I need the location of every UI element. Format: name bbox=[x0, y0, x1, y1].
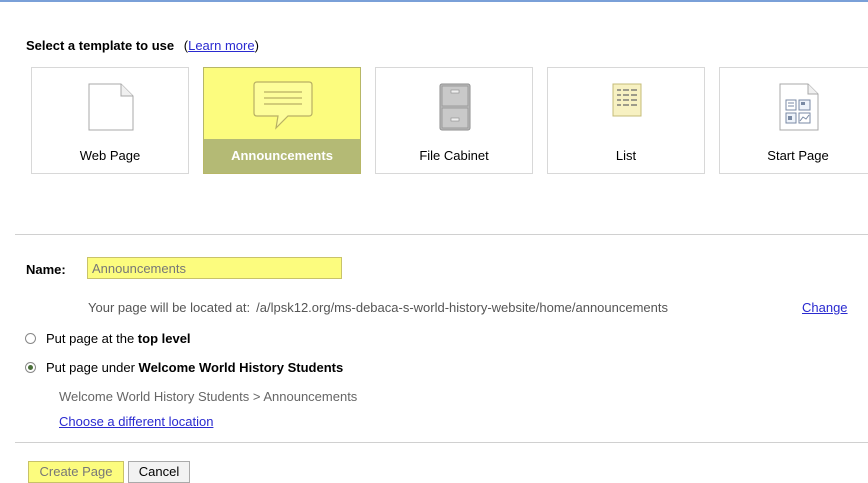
template-label: Web Page bbox=[79, 148, 141, 163]
under-page-text: Put page under Welcome World History Stu… bbox=[46, 360, 343, 375]
list-icon bbox=[548, 78, 704, 134]
learn-more-wrapper: (Learn more) bbox=[184, 38, 259, 53]
template-tile-file-cabinet[interactable]: File Cabinet bbox=[375, 67, 533, 174]
top-level-bold: top level bbox=[137, 331, 191, 346]
location-prefix: Your page will be located at: bbox=[88, 300, 251, 315]
template-label: Announcements bbox=[204, 139, 360, 173]
template-tile-web-page[interactable]: Web Page bbox=[31, 67, 189, 174]
choose-location-link[interactable]: Choose a different location bbox=[59, 414, 213, 429]
under-page-prefix: Put page under bbox=[46, 360, 139, 375]
announcements-icon bbox=[204, 78, 360, 134]
template-heading: Select a template to use (Learn more) bbox=[26, 38, 259, 53]
location-text: Your page will be located at: /a/lpsk12.o… bbox=[88, 300, 668, 315]
paren-close: ) bbox=[254, 38, 259, 53]
template-heading-title: Select a template to use bbox=[26, 38, 175, 53]
location-breadcrumb: Welcome World History Students > Announc… bbox=[59, 389, 358, 404]
template-tile-list[interactable]: List bbox=[547, 67, 705, 174]
template-label: List bbox=[615, 148, 637, 163]
page-name-input[interactable] bbox=[87, 257, 342, 279]
under-page-option[interactable]: Put page under Welcome World History Stu… bbox=[25, 360, 343, 375]
learn-more-link[interactable]: Learn more bbox=[188, 38, 254, 53]
window-top-border bbox=[0, 0, 868, 2]
cancel-button[interactable]: Cancel bbox=[128, 461, 190, 483]
top-level-option[interactable]: Put page at the top level bbox=[25, 331, 191, 346]
top-level-text: Put page at the top level bbox=[46, 331, 191, 346]
web-page-icon bbox=[32, 78, 188, 134]
divider bbox=[15, 234, 868, 235]
change-url-link[interactable]: Change bbox=[802, 300, 848, 315]
top-level-radio[interactable] bbox=[25, 333, 36, 344]
name-label: Name: bbox=[26, 262, 66, 277]
template-label: File Cabinet bbox=[419, 148, 489, 163]
template-label: Start Page bbox=[767, 148, 829, 163]
under-page-bold: Welcome World History Students bbox=[138, 360, 344, 375]
divider bbox=[15, 442, 868, 443]
top-level-prefix: Put page at the bbox=[46, 331, 138, 346]
template-tile-start-page[interactable]: Start Page bbox=[719, 67, 868, 174]
under-page-radio[interactable] bbox=[25, 362, 36, 373]
file-cabinet-icon bbox=[376, 78, 532, 134]
location-path: /a/lpsk12.org/ms-debaca-s-world-history-… bbox=[256, 300, 668, 315]
template-tile-announcements[interactable]: Announcements bbox=[203, 67, 361, 174]
start-page-icon bbox=[720, 78, 868, 134]
create-page-button[interactable]: Create Page bbox=[28, 461, 124, 483]
